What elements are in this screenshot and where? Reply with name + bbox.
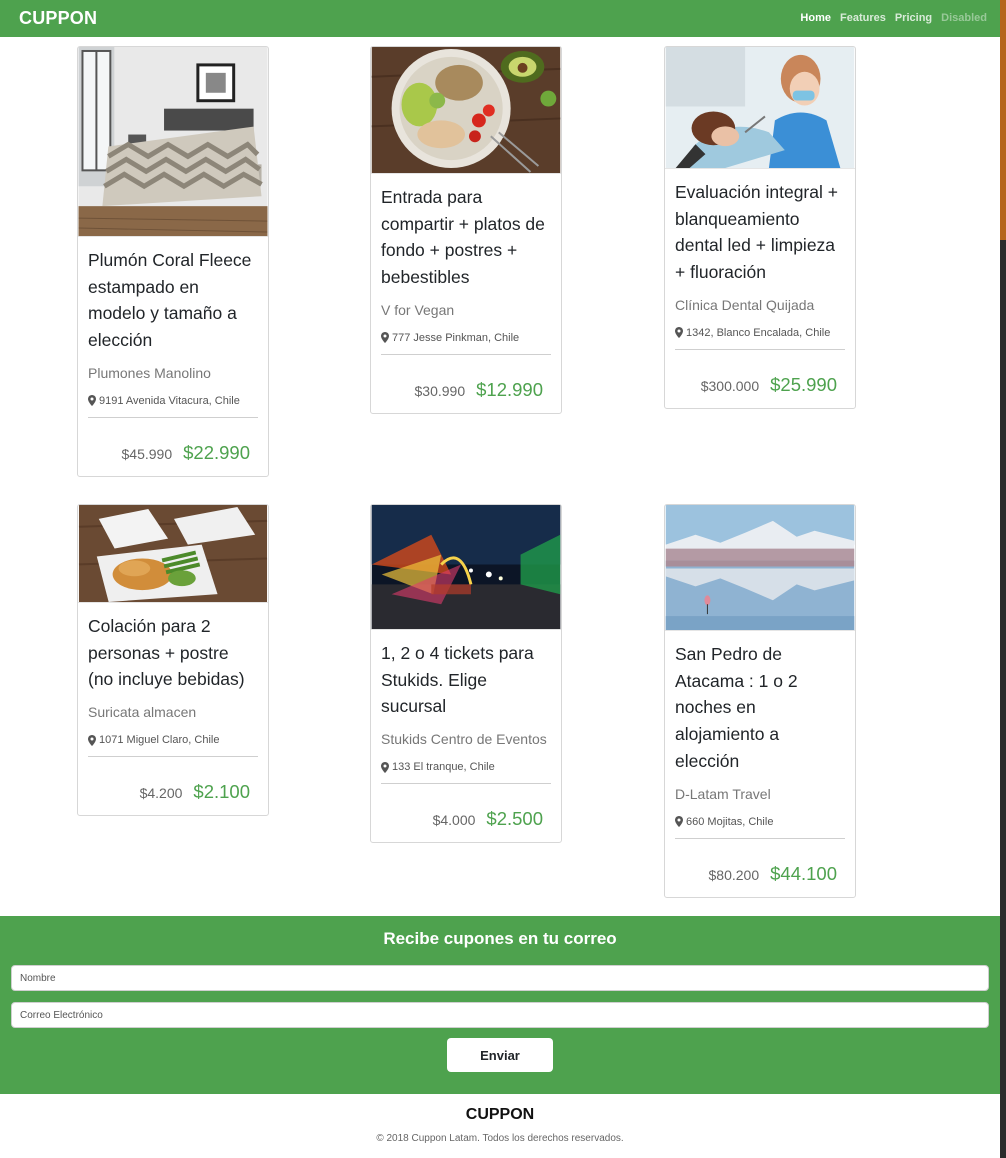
name-input[interactable] bbox=[11, 965, 989, 991]
dentist-patient-photo bbox=[665, 47, 855, 169]
nav-links: Home Features Pricing Disabled bbox=[800, 12, 987, 24]
card-title[interactable]: 1, 2 o 4 tickets para Stukids. Elige suc… bbox=[381, 640, 551, 720]
card-prices: $300.000 $25.990 bbox=[675, 350, 845, 408]
card-prices: $80.200 $44.100 bbox=[675, 839, 845, 897]
amusement-park-night-photo bbox=[371, 505, 561, 630]
card-prices: $4.000 $2.500 bbox=[381, 784, 551, 842]
map-pin-icon bbox=[381, 761, 389, 773]
old-price: $300.000 bbox=[700, 377, 760, 394]
card-address: 660 Mojitas, Chile bbox=[675, 816, 845, 828]
card-address-text: 1342, Blanco Encalada, Chile bbox=[686, 326, 831, 339]
card-prices: $30.990 $12.990 bbox=[381, 355, 551, 413]
vegan-salad-bowl-photo bbox=[371, 47, 561, 174]
card-address-text: 777 Jesse Pinkman, Chile bbox=[392, 331, 520, 344]
nav-link-home[interactable]: Home bbox=[800, 12, 831, 24]
old-price: $80.200 bbox=[708, 866, 760, 883]
old-price: $4.000 bbox=[432, 812, 476, 829]
newsletter-title: Recibe cupones en tu correo bbox=[383, 929, 617, 948]
card-address-text: 1071 Miguel Claro, Chile bbox=[99, 734, 220, 747]
card-title[interactable]: Evaluación integral + blanqueamiento den… bbox=[675, 179, 845, 286]
map-pin-icon bbox=[381, 332, 389, 344]
card-vendor: Plumones Manolino bbox=[88, 364, 211, 381]
coupon-card[interactable]: 1, 2 o 4 tickets para Stukids. Elige suc… bbox=[370, 504, 562, 844]
old-price: $4.200 bbox=[139, 785, 183, 802]
new-price: $44.100 bbox=[770, 862, 837, 884]
card-address-text: 660 Mojitas, Chile bbox=[686, 815, 774, 828]
nav-link-disabled: Disabled bbox=[941, 12, 987, 24]
takeaway-meal-photo bbox=[78, 505, 268, 603]
nav-link-features[interactable]: Features bbox=[840, 12, 886, 24]
card-vendor: V for Vegan bbox=[381, 301, 455, 318]
card-title[interactable]: San Pedro de Atacama : 1 o 2 noches en a… bbox=[675, 641, 845, 775]
coupon-card[interactable]: San Pedro de Atacama : 1 o 2 noches en a… bbox=[664, 504, 856, 898]
map-pin-icon bbox=[675, 327, 683, 339]
newsletter-section: Recibe cupones en tu correo Enviar bbox=[0, 916, 1000, 1094]
navbar: CUPPON Home Features Pricing Disabled bbox=[0, 0, 1000, 37]
old-price: $45.990 bbox=[121, 445, 173, 462]
footer-copyright: © 2018 Cuppon Latam. Todos los derechos … bbox=[376, 1133, 624, 1144]
atacama-lagoon-photo bbox=[665, 505, 855, 631]
window-edge-accent bbox=[1000, 0, 1006, 240]
email-input[interactable] bbox=[11, 1002, 989, 1028]
card-vendor: Clínica Dental Quijada bbox=[675, 296, 815, 313]
card-address: 133 El tranque, Chile bbox=[381, 761, 551, 773]
coupon-card[interactable]: Entrada para compartir + platos de fondo… bbox=[370, 46, 562, 414]
old-price: $30.990 bbox=[414, 382, 466, 399]
card-title[interactable]: Colación para 2 personas + postre (no in… bbox=[88, 613, 258, 693]
card-address: 1071 Miguel Claro, Chile bbox=[88, 734, 258, 746]
card-address: 1342, Blanco Encalada, Chile bbox=[675, 327, 845, 339]
coupon-card[interactable]: Plumón Coral Fleece estampado en modelo … bbox=[77, 46, 269, 477]
nav-link-pricing[interactable]: Pricing bbox=[895, 12, 932, 24]
card-prices: $4.200 $2.100 bbox=[88, 757, 258, 815]
card-address: 777 Jesse Pinkman, Chile bbox=[381, 332, 551, 344]
card-address-text: 9191 Avenida Vitacura, Chile bbox=[99, 394, 240, 407]
card-prices: $45.990 $22.990 bbox=[88, 418, 258, 476]
new-price: $12.990 bbox=[476, 378, 543, 400]
coupon-card[interactable]: Colación para 2 personas + postre (no in… bbox=[77, 504, 269, 817]
coupon-card[interactable]: Evaluación integral + blanqueamiento den… bbox=[664, 46, 856, 409]
new-price: $25.990 bbox=[770, 373, 837, 395]
map-pin-icon bbox=[88, 734, 96, 746]
map-pin-icon bbox=[675, 816, 683, 828]
card-vendor: Suricata almacen bbox=[88, 704, 197, 721]
window-edge bbox=[1000, 0, 1006, 1158]
card-address: 9191 Avenida Vitacura, Chile bbox=[88, 395, 258, 407]
footer-brand: CUPPON bbox=[465, 1106, 535, 1123]
bedroom-comforter-photo bbox=[78, 47, 268, 237]
new-price: $2.500 bbox=[486, 808, 543, 830]
map-pin-icon bbox=[88, 395, 96, 407]
card-address-text: 133 El tranque, Chile bbox=[392, 761, 495, 774]
new-price: $22.990 bbox=[183, 441, 250, 463]
card-vendor: Stukids Centro de Eventos bbox=[381, 731, 547, 748]
card-vendor: D-Latam Travel bbox=[675, 785, 771, 802]
send-button[interactable]: Enviar bbox=[447, 1038, 553, 1072]
brand-logo[interactable]: CUPPON bbox=[19, 8, 97, 29]
card-title[interactable]: Entrada para compartir + platos de fondo… bbox=[381, 184, 551, 291]
card-title[interactable]: Plumón Coral Fleece estampado en modelo … bbox=[88, 247, 258, 354]
new-price: $2.100 bbox=[193, 781, 250, 803]
